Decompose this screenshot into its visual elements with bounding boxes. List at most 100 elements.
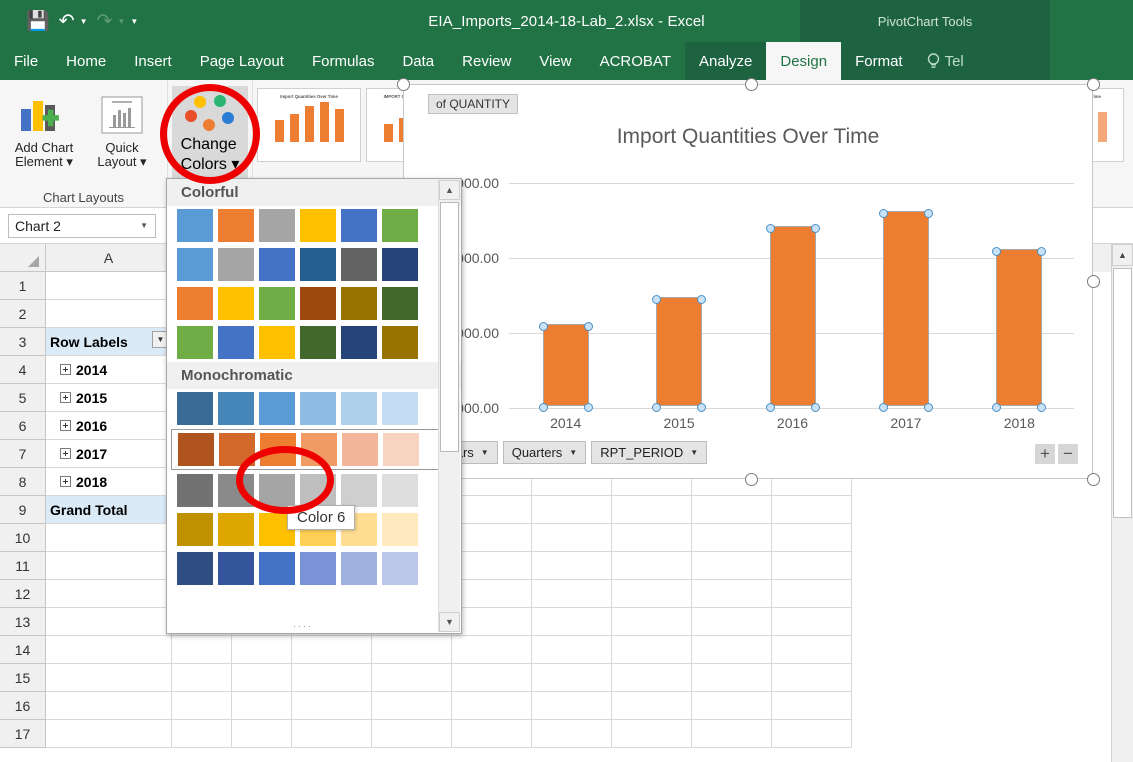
color-swatch[interactable] [178,433,214,466]
tab-acrobat[interactable]: ACROBAT [586,42,685,80]
row-header-9[interactable]: 9 [0,496,46,524]
expand-year-icon[interactable] [60,420,71,431]
color-swatch[interactable] [300,392,336,425]
color-swatch[interactable] [177,552,213,585]
chart-selection-handle[interactable] [1087,473,1100,486]
cell-A7[interactable]: 2017 [46,440,172,468]
row-header-5[interactable]: 5 [0,384,46,412]
cell-A9[interactable]: Grand Total [46,496,172,524]
cell-F10[interactable] [452,524,532,552]
color-swatch[interactable] [300,209,336,242]
change-colors-dropdown[interactable]: Colorful Monochromatic ▲ ▼ ․․․․ [166,178,462,634]
chevron-down-icon[interactable]: ▼ [569,448,577,457]
row-header-3[interactable]: 3 [0,328,46,356]
color-swatch[interactable] [300,552,336,585]
cell-H14[interactable] [612,636,692,664]
color-swatch[interactable] [259,326,295,359]
bar-2017[interactable] [882,211,929,406]
row-header-6[interactable]: 6 [0,412,46,440]
color-swatch[interactable] [259,552,295,585]
plot-area[interactable]: 3,800,000.003,600,000.003,400,000.003,20… [417,175,1074,431]
color-swatch[interactable] [219,433,255,466]
cell-G12[interactable] [532,580,612,608]
cell-F12[interactable] [452,580,532,608]
color-swatch[interactable] [382,209,418,242]
color-swatch[interactable] [341,287,377,320]
cell-C15[interactable] [232,664,292,692]
cell-E15[interactable] [372,664,452,692]
color-swatch[interactable] [341,474,377,507]
row-header-15[interactable]: 15 [0,664,46,692]
cell-A12[interactable] [46,580,172,608]
cell-I16[interactable] [692,692,772,720]
cell-B14[interactable] [172,636,232,664]
expand-year-icon[interactable] [60,448,71,459]
color-swatch[interactable] [341,392,377,425]
change-colors-button[interactable]: Change Colors ▾ [172,86,248,178]
series-selection-handle[interactable] [538,403,548,412]
color-dropdown-scrollbar[interactable]: ▲ ▼ [438,180,460,632]
cell-A5[interactable]: 2015 [46,384,172,412]
color-swatch[interactable] [382,248,418,281]
color-swatch[interactable] [341,209,377,242]
cell-A11[interactable] [46,552,172,580]
color-swatch[interactable] [301,433,337,466]
series-selection-handle[interactable] [583,403,593,412]
color-dropdown-scroll-thumb[interactable] [440,202,459,452]
color-palette-row[interactable] [171,429,455,470]
series-selection-handle[interactable] [923,403,933,412]
color-swatch[interactable] [218,474,254,507]
cell-J12[interactable] [772,580,852,608]
cell-H12[interactable] [612,580,692,608]
cell-I17[interactable] [692,720,772,748]
color-swatch[interactable] [218,552,254,585]
name-box-chevron-down-icon[interactable]: ▼ [140,221,148,230]
cell-I14[interactable] [692,636,772,664]
color-palette-row[interactable] [167,389,461,428]
color-swatch[interactable] [341,552,377,585]
row-header-14[interactable]: 14 [0,636,46,664]
color-palette-row[interactable] [167,323,461,362]
cell-A8[interactable]: 2018 [46,468,172,496]
cell-E17[interactable] [372,720,452,748]
color-swatch[interactable] [177,209,213,242]
color-swatch[interactable] [177,392,213,425]
cell-F9[interactable] [452,496,532,524]
tab-design[interactable]: Design [766,42,842,80]
cell-C16[interactable] [232,692,292,720]
row-header-7[interactable]: 7 [0,440,46,468]
cell-A14[interactable] [46,636,172,664]
color-swatch[interactable] [341,326,377,359]
vertical-scroll-thumb[interactable] [1113,268,1132,518]
series-selection-handle[interactable] [765,224,775,233]
chart-selection-handle[interactable] [1087,78,1100,91]
cell-D17[interactable] [292,720,372,748]
color-swatch[interactable] [259,287,295,320]
cell-J16[interactable] [772,692,852,720]
color-swatch[interactable] [382,287,418,320]
column-header-a[interactable]: A [46,244,172,272]
series-selection-handle[interactable] [697,403,707,412]
cell-H16[interactable] [612,692,692,720]
series-selection-handle[interactable] [1037,403,1047,412]
color-swatch[interactable] [383,433,419,466]
field-button-rpt_period[interactable]: RPT_PERIOD ▼ [591,441,708,464]
cell-J13[interactable] [772,608,852,636]
cell-I10[interactable] [692,524,772,552]
cell-J11[interactable] [772,552,852,580]
color-swatch[interactable] [259,209,295,242]
color-swatch[interactable] [342,433,378,466]
expand-year-icon[interactable] [60,476,71,487]
bar-2018[interactable] [996,248,1043,406]
color-palette-row[interactable] [167,245,461,284]
series-selection-handle[interactable] [538,321,548,331]
cell-B17[interactable] [172,720,232,748]
series-selection-handle[interactable] [765,403,775,412]
tab-review[interactable]: Review [448,42,525,80]
cell-F15[interactable] [452,664,532,692]
cell-H13[interactable] [612,608,692,636]
series-selection-handle[interactable] [810,403,820,412]
color-swatch[interactable] [300,248,336,281]
expand-year-icon[interactable] [60,364,71,375]
scroll-up-arrow-icon[interactable]: ▲ [439,180,460,200]
